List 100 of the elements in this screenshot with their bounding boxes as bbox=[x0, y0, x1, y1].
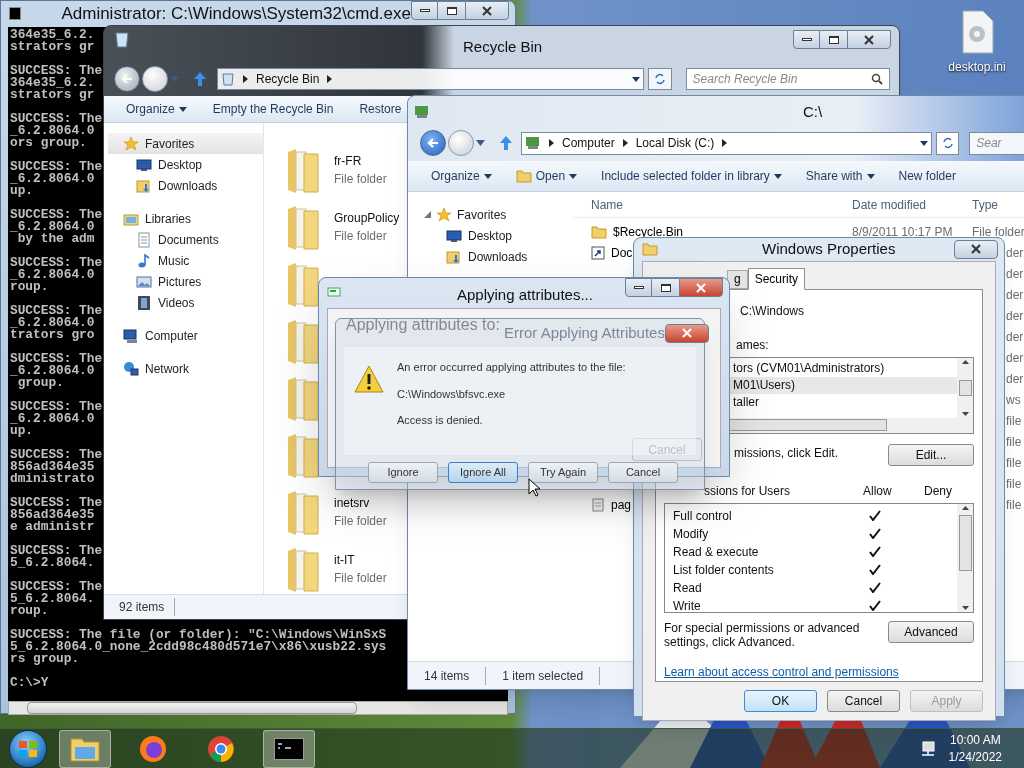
dialog-button[interactable]: Cancel bbox=[608, 461, 678, 483]
nav-item[interactable]: Network bbox=[108, 358, 263, 379]
clock-date[interactable]: 1/24/2022 bbox=[948, 748, 1002, 766]
vertical-scrollbar[interactable] bbox=[957, 357, 973, 418]
minimize-button[interactable] bbox=[793, 30, 820, 49]
back-button[interactable] bbox=[420, 130, 446, 156]
console-line: trators gro bbox=[10, 328, 95, 341]
folder-icon bbox=[591, 224, 607, 239]
toolbar-button[interactable]: Open bbox=[515, 167, 578, 185]
arrow-left-icon bbox=[121, 73, 133, 85]
chevron-icon[interactable] bbox=[622, 139, 628, 147]
taskbar-button[interactable] bbox=[59, 729, 111, 768]
file-name[interactable]: fr-FR bbox=[334, 152, 387, 170]
toolbar-button[interactable]: Share with bbox=[805, 167, 875, 185]
column-header: Deny bbox=[924, 482, 952, 500]
console-line: _6.2.8064.0 bbox=[10, 364, 95, 377]
dialog-button[interactable]: Ignore All bbox=[448, 461, 518, 483]
minimize-button[interactable] bbox=[411, 1, 438, 20]
address-bar[interactable]: Recycle Bin bbox=[217, 68, 644, 90]
refresh-button[interactable] bbox=[936, 131, 960, 155]
nav-item[interactable]: Favorites bbox=[108, 133, 263, 154]
nav-item[interactable]: Desktop bbox=[108, 154, 263, 175]
file-name[interactable]: Doc bbox=[611, 243, 633, 262]
shortcut-icon bbox=[591, 245, 605, 260]
permissions-label: ssions for Users bbox=[704, 482, 792, 500]
console-line: 364e35_6.2. bbox=[10, 76, 95, 89]
chevron-icon[interactable] bbox=[327, 75, 333, 83]
advanced-button[interactable]: Advanced bbox=[888, 620, 974, 643]
tab[interactable]: g bbox=[727, 269, 748, 289]
forward-button[interactable] bbox=[142, 66, 168, 92]
nav-item[interactable]: Libraries bbox=[108, 208, 263, 229]
nav-item[interactable]: Documents bbox=[108, 229, 263, 250]
scroll-up-icon[interactable] bbox=[961, 359, 969, 364]
toolbar-button[interactable]: New folder bbox=[898, 167, 956, 185]
dialog-button[interactable]: Cancel bbox=[827, 689, 900, 712]
console-line: SUCCESS: The bbox=[10, 64, 103, 77]
file-name[interactable]: it-IT bbox=[334, 551, 387, 569]
dialog-button[interactable]: OK bbox=[744, 689, 817, 712]
nav-item[interactable]: Downloads bbox=[468, 247, 528, 266]
desktop-icon-label[interactable]: desktop.ini bbox=[948, 58, 1006, 76]
nav-item[interactable]: Desktop bbox=[468, 226, 513, 245]
file-name[interactable]: inetsrv bbox=[334, 494, 387, 512]
maximize-button[interactable] bbox=[820, 30, 847, 49]
chevron-icon[interactable] bbox=[549, 139, 554, 147]
nav-item[interactable]: Videos bbox=[108, 292, 263, 313]
breadcrumb-item[interactable]: Recycle Bin bbox=[256, 70, 320, 88]
clock-time[interactable]: 10:00 AM bbox=[949, 731, 1001, 749]
fox-globe-icon bbox=[138, 733, 168, 764]
vertical-scrollbar[interactable] bbox=[957, 503, 973, 612]
up-arrow-icon[interactable] bbox=[499, 135, 513, 151]
tab[interactable]: Security bbox=[747, 267, 806, 290]
file-name[interactable]: GroupPolicy bbox=[334, 209, 400, 227]
expand-arrow-icon[interactable] bbox=[424, 211, 431, 218]
up-arrow-icon[interactable] bbox=[193, 71, 207, 87]
breadcrumb-item[interactable]: Computer bbox=[562, 134, 615, 152]
console-line: rs group. bbox=[10, 652, 80, 665]
dialog-button[interactable]: Ignore bbox=[368, 461, 438, 483]
minimize-button[interactable] bbox=[625, 278, 652, 297]
folder-icon bbox=[286, 205, 320, 251]
chevron-icon[interactable] bbox=[722, 139, 728, 147]
taskbar-button[interactable] bbox=[263, 729, 315, 768]
help-link[interactable]: Learn about access control and permissions bbox=[664, 662, 899, 681]
maximize-button[interactable] bbox=[438, 1, 465, 20]
console-line: SUCCESS: The bbox=[10, 448, 103, 461]
column-header: Allow bbox=[863, 482, 893, 500]
nav-item[interactable]: Computer bbox=[108, 325, 263, 346]
file-name[interactable]: $Recycle.Bin bbox=[613, 222, 684, 241]
file-name[interactable]: pag bbox=[611, 495, 632, 514]
search-field[interactable]: Search Recycle Bin bbox=[685, 68, 890, 90]
address-bar[interactable]: Computer Local Disk (C:) bbox=[521, 131, 933, 155]
column-header[interactable]: Date modified bbox=[852, 195, 972, 214]
scroll-up-icon[interactable] bbox=[961, 505, 969, 510]
nav-item[interactable]: Music bbox=[108, 250, 263, 271]
nav-item[interactable]: Downloads bbox=[108, 175, 263, 196]
column-header[interactable]: Name bbox=[573, 195, 852, 214]
toolbar-button[interactable]: Organize bbox=[431, 167, 492, 185]
column-header[interactable]: Type bbox=[972, 195, 998, 214]
caret-icon[interactable] bbox=[476, 140, 485, 146]
toolbar-button[interactable]: Include selected folder in library bbox=[601, 167, 782, 185]
edit-button[interactable]: Edit... bbox=[888, 443, 974, 466]
close-button[interactable] bbox=[847, 30, 891, 49]
breadcrumb-item[interactable]: Local Disk (C:) bbox=[635, 134, 715, 152]
nav-item[interactable]: Pictures bbox=[108, 271, 263, 292]
close-button[interactable] bbox=[954, 239, 998, 259]
settings-file-icon[interactable] bbox=[959, 10, 995, 54]
toolbar-button[interactable]: Empty the Recycle Bin bbox=[212, 100, 334, 118]
close-button[interactable] bbox=[679, 278, 723, 297]
globe-computer-icon bbox=[123, 360, 139, 377]
mouse-cursor-icon bbox=[528, 478, 540, 497]
toolbar-button[interactable]: Restore bbox=[359, 100, 402, 118]
back-button[interactable] bbox=[114, 66, 140, 92]
maximize-button[interactable] bbox=[652, 278, 679, 297]
refresh-button[interactable] bbox=[647, 68, 672, 90]
chevron-icon[interactable] bbox=[243, 75, 248, 83]
nav-item[interactable]: Favorites bbox=[457, 205, 507, 224]
caret-icon bbox=[920, 140, 929, 146]
toolbar-button[interactable]: Organize bbox=[126, 100, 187, 118]
close-icon bbox=[696, 282, 706, 293]
close-button[interactable] bbox=[465, 1, 509, 20]
scroll-down-icon[interactable] bbox=[961, 605, 969, 610]
